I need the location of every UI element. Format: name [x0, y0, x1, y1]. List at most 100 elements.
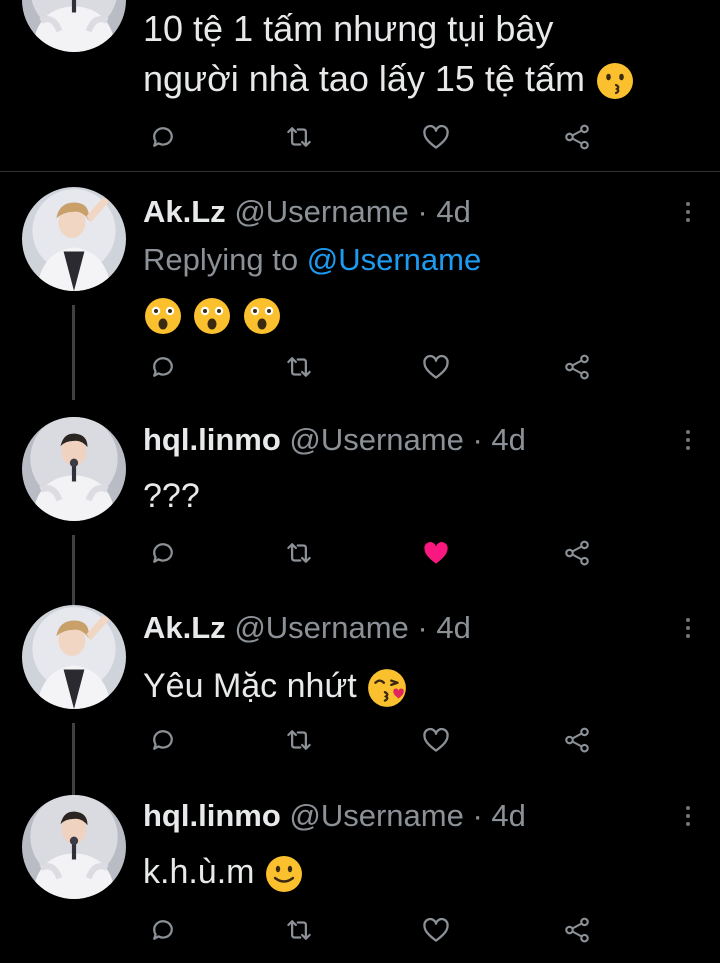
tweet-text: 10 tệ 1 tấm nhưng tụi bây người nhà tao …	[143, 4, 703, 104]
username[interactable]: @Username	[234, 194, 408, 229]
reply-icon	[148, 538, 178, 568]
reply-button[interactable]	[143, 910, 183, 950]
timestamp[interactable]: 4d	[436, 610, 470, 645]
reply-tweet[interactable]: hql.linmo @Username · 4d ???	[0, 415, 720, 615]
separator: ·	[463, 422, 492, 457]
retweet-icon	[284, 538, 314, 568]
tweet-actions	[143, 117, 603, 157]
astonished-face-icon	[145, 298, 181, 335]
reply-button[interactable]	[143, 347, 183, 387]
astonished-face-icon	[194, 298, 231, 335]
more-options-button[interactable]	[676, 801, 700, 831]
heart-icon	[421, 122, 451, 152]
retweet-icon	[284, 122, 314, 152]
reply-tweet[interactable]: hql.linmo @Username · 4d k.h.ù.m	[0, 793, 720, 963]
more-options-button[interactable]	[676, 613, 700, 643]
tweet-text-content: Yêu Mặc nhứt	[143, 667, 367, 705]
username[interactable]: @Username	[234, 610, 408, 645]
heart-filled-icon	[421, 538, 451, 568]
reply-tweet[interactable]: Ak.Lz @Username · 4d Replying to @Userna…	[0, 185, 720, 400]
share-button[interactable]	[557, 347, 597, 387]
parent-tweet[interactable]: 10 tệ 1 tấm nhưng tụi bây người nhà tao …	[0, 0, 720, 172]
retweet-button[interactable]	[279, 347, 319, 387]
like-button[interactable]	[416, 720, 456, 760]
heart-icon	[421, 352, 451, 382]
retweet-button[interactable]	[279, 117, 319, 157]
like-button[interactable]	[416, 910, 456, 950]
astonished-face-icon	[243, 298, 280, 335]
tweet-actions	[143, 347, 603, 387]
display-name[interactable]: Ak.Lz	[143, 610, 226, 645]
timestamp[interactable]: 4d	[436, 194, 470, 229]
avatar[interactable]	[22, 605, 126, 709]
replying-to: Replying to @Username	[143, 240, 481, 280]
separator: ·	[408, 194, 437, 229]
tweet-text: Yêu Mặc nhứt	[143, 663, 408, 709]
tweet-text: ???	[143, 477, 200, 515]
slightly-smiling-face-icon	[265, 856, 302, 893]
reply-icon	[148, 352, 178, 382]
reply-icon	[148, 725, 178, 755]
thread-connector	[72, 723, 75, 798]
tweet-text-line: 10 tệ 1 tấm nhưng tụi bây	[143, 8, 554, 49]
share-icon	[562, 915, 592, 945]
tweet-text	[143, 291, 282, 337]
like-button[interactable]	[416, 347, 456, 387]
tweet-header: Ak.Lz @Username · 4d	[143, 608, 471, 648]
tweet-actions	[143, 720, 603, 760]
share-icon	[562, 352, 592, 382]
reply-icon	[148, 915, 178, 945]
share-icon	[562, 122, 592, 152]
more-options-button[interactable]	[676, 425, 700, 455]
share-icon	[562, 538, 592, 568]
avatar[interactable]	[22, 0, 126, 52]
reply-button[interactable]	[143, 533, 183, 573]
avatar[interactable]	[22, 417, 126, 521]
display-name[interactable]: hql.linmo	[143, 422, 281, 457]
tweet-actions	[143, 533, 603, 573]
heart-icon	[421, 725, 451, 755]
divider	[0, 171, 720, 172]
retweet-button[interactable]	[279, 720, 319, 760]
retweet-button[interactable]	[279, 533, 319, 573]
username[interactable]: @Username	[289, 422, 463, 457]
share-icon	[562, 725, 592, 755]
more-options-button[interactable]	[676, 197, 700, 227]
username[interactable]: @Username	[289, 798, 463, 833]
separator: ·	[408, 610, 437, 645]
tweet-header: hql.linmo @Username · 4d	[143, 796, 526, 836]
display-name[interactable]: hql.linmo	[143, 798, 281, 833]
retweet-icon	[284, 725, 314, 755]
reply-tweet[interactable]: Ak.Lz @Username · 4d Yêu Mặc nhứt	[0, 603, 720, 798]
reply-button[interactable]	[143, 720, 183, 760]
heart-icon	[421, 915, 451, 945]
timestamp[interactable]: 4d	[491, 422, 525, 457]
display-name[interactable]: Ak.Lz	[143, 194, 226, 229]
retweet-icon	[284, 915, 314, 945]
tweet-header: hql.linmo @Username · 4d	[143, 420, 526, 460]
tweet-text-content: k.h.ù.m	[143, 853, 264, 891]
tweet-actions	[143, 910, 603, 950]
reply-icon	[148, 122, 178, 152]
face-blowing-kiss-icon	[368, 669, 406, 707]
retweet-button[interactable]	[279, 910, 319, 950]
twitter-thread-view: 10 tệ 1 tấm nhưng tụi bây người nhà tao …	[0, 0, 720, 963]
share-button[interactable]	[557, 533, 597, 573]
avatar[interactable]	[22, 187, 126, 291]
tweet-text: k.h.ù.m	[143, 849, 304, 895]
timestamp[interactable]: 4d	[491, 798, 525, 833]
replying-to-label: Replying to	[143, 242, 307, 277]
reply-button[interactable]	[143, 117, 183, 157]
share-button[interactable]	[557, 910, 597, 950]
tweet-header: Ak.Lz @Username · 4d	[143, 192, 471, 232]
retweet-icon	[284, 352, 314, 382]
hushed-face-icon	[596, 63, 633, 100]
share-button[interactable]	[557, 720, 597, 760]
like-button[interactable]	[416, 533, 456, 573]
avatar[interactable]	[22, 795, 126, 899]
mention-link[interactable]: @Username	[307, 242, 481, 277]
share-button[interactable]	[557, 117, 597, 157]
tweet-text-line: người nhà tao lấy 15 tệ tấm	[143, 58, 585, 99]
separator: ·	[463, 798, 492, 833]
like-button[interactable]	[416, 117, 456, 157]
